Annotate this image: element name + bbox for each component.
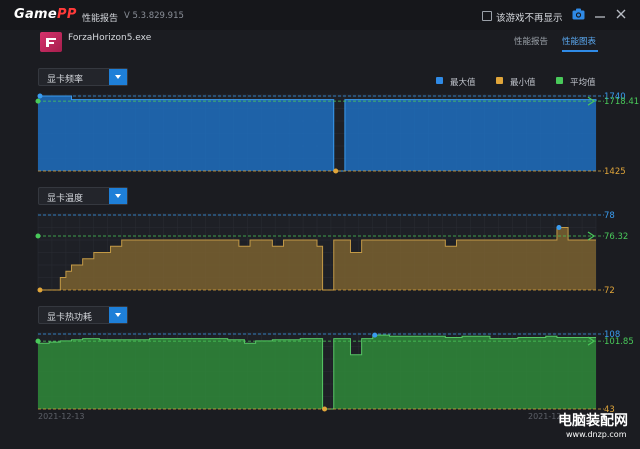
chart-2-max-marker [556, 225, 562, 230]
chart-2-max-value: 78 [604, 211, 615, 221]
watermark-title: 电脑装配网 [558, 413, 628, 429]
chart-2-avg-start-marker [35, 233, 41, 239]
app-window: GamePP 性能报告 V 5.3.829.915 该游戏不再显示 ForzaH… [0, 0, 640, 449]
chart-1-max-marker [37, 93, 43, 99]
chart-3-max-marker [372, 332, 378, 338]
chart-2-avg-value: 76.32 [604, 232, 628, 242]
performance-charts: 17401718.4114257876.3272108101.8543 [35, 92, 639, 415]
chart-3-min-marker [322, 406, 328, 412]
chart-3-avg-value: 101.85 [604, 337, 634, 347]
chart-3-avg-start-marker [35, 338, 41, 344]
start-date-label: 2021-12-13 [38, 412, 85, 421]
chart-1-min-value: 1425 [604, 167, 626, 177]
chart-2-min-value: 72 [604, 286, 615, 296]
chart-1-avg-value: 1718.41 [604, 97, 639, 107]
chart-3-area [38, 335, 596, 409]
chart-2-min-marker [37, 287, 43, 293]
watermark-url: www.dnzp.com [566, 430, 627, 439]
chart-1-area [38, 96, 596, 171]
chart-1-min-marker [333, 168, 339, 174]
end-date-label: 2021-12 [528, 412, 562, 421]
chart-1-avg-start-marker [35, 98, 41, 104]
